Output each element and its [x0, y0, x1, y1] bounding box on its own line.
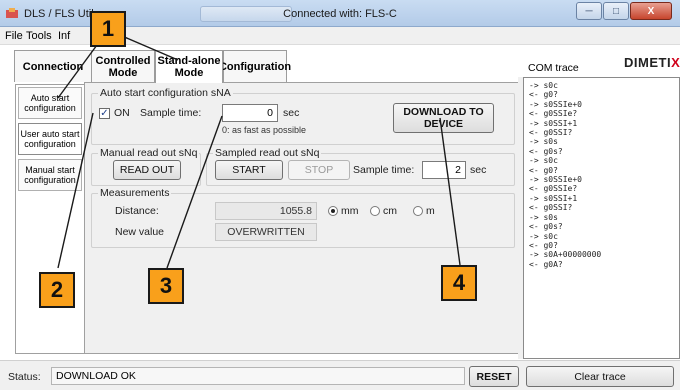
auto-sample-time-input[interactable]: 0 — [222, 104, 278, 122]
callout-1: 1 — [90, 11, 126, 47]
new-value-label: New value — [115, 226, 165, 238]
window-controls: ─ □ X — [575, 2, 672, 20]
trace-line: -> s0s — [529, 137, 558, 147]
menu-info[interactable]: Inf — [58, 30, 70, 42]
sampled-sample-time-input[interactable]: 2 — [422, 161, 466, 179]
callout-4: 4 — [441, 265, 477, 301]
tab-connection[interactable]: Connection — [14, 50, 92, 82]
sampled-readout-group-title: Sampled read out sNq — [213, 147, 322, 159]
unit-m-label: m — [426, 205, 435, 217]
distance-value: 1055.8 — [215, 202, 317, 220]
trace-line: -> s0s — [529, 212, 558, 222]
trace-line: -> s0c — [529, 231, 558, 241]
dimetix-logo: DIMETIX — [624, 55, 680, 70]
trace-line: -> s0c — [529, 81, 558, 90]
com-trace-label: COM trace — [528, 62, 579, 74]
trace-line: <- g0SSI? — [529, 203, 573, 213]
trace-line: <- g0s? — [529, 146, 563, 156]
unit-cm-label: cm — [383, 205, 397, 217]
trace-line: -> s0SSI+1 — [529, 193, 578, 203]
menu-tools[interactable]: Tools — [26, 30, 52, 42]
unit-mm-label: mm — [341, 205, 359, 217]
menu-file[interactable]: File — [5, 30, 23, 42]
read-out-button[interactable]: READ OUT — [113, 160, 181, 180]
download-to-device-button[interactable]: DOWNLOAD TO DEVICE — [393, 103, 494, 133]
on-label: ON — [114, 107, 130, 119]
trace-line: <- g0? — [529, 90, 558, 100]
distance-label: Distance: — [115, 205, 159, 217]
tab-stand-alone-mode[interactable]: Stand-alone Mode — [155, 50, 223, 83]
auto-sample-time-unit: sec — [283, 107, 300, 119]
maximize-button[interactable]: □ — [603, 2, 629, 20]
trace-line: <- g0SSI? — [529, 128, 573, 138]
sampled-sample-time-unit: sec — [470, 164, 487, 176]
brand-text: DIMETIX — [624, 55, 680, 70]
sidebar-item-auto-start[interactable]: Auto start configuration — [18, 87, 82, 119]
callout-2: 2 — [39, 272, 75, 308]
config-sidebar: Auto start configuration User auto start… — [15, 84, 85, 354]
on-checkbox[interactable]: ✓ — [99, 108, 110, 119]
manual-readout-group-title: Manual read out sNq — [98, 147, 200, 159]
auto-start-group-title: Auto start configuration sNA — [98, 87, 233, 99]
callout-3: 3 — [148, 268, 184, 304]
trace-line: -> s0SSI+1 — [529, 118, 578, 128]
com-trace-log: -> s0c <- g0? -> s0SSIe+0 <- g0SSIe? -> s0SS… — [523, 77, 680, 359]
trace-line: <- g0? — [529, 240, 558, 250]
new-value-field: OVERWRITTEN — [215, 223, 317, 241]
clear-trace-button[interactable]: Clear trace — [526, 366, 674, 387]
trace-line: -> s0SSIe+0 — [529, 99, 582, 109]
sidebar-item-user-auto-start[interactable]: User auto start configuration — [18, 123, 82, 155]
tab-configuration[interactable]: Configuration — [219, 50, 291, 82]
status-field: DOWNLOAD OK — [51, 367, 465, 385]
main-panel: Auto start configuration sNA ✓ ON Sample… — [84, 82, 520, 354]
minimize-button[interactable]: ─ — [576, 2, 602, 20]
trace-line: -> s0SSIe+0 — [529, 175, 582, 185]
close-button[interactable]: X — [630, 2, 672, 20]
start-button[interactable]: START — [215, 160, 283, 180]
tab-controlled-mode[interactable]: Controlled Mode — [91, 50, 155, 82]
trace-line: <- g0A? — [529, 259, 563, 269]
sidebar-item-manual-start[interactable]: Manual start configuration — [18, 159, 82, 191]
status-bar: Status: DOWNLOAD OK RESET Clear trace — [0, 360, 680, 390]
unit-mm-radio[interactable] — [328, 206, 338, 216]
trace-line: <- g0SSIe? — [529, 109, 578, 119]
unit-m-radio[interactable] — [413, 206, 423, 216]
reset-button[interactable]: RESET — [469, 366, 519, 387]
trace-line: <- g0? — [529, 165, 558, 175]
trace-line: -> s0c — [529, 156, 558, 166]
trace-line: <- g0SSIe? — [529, 184, 578, 194]
measurements-group-title: Measurements — [98, 187, 172, 199]
trace-line: -> s0A+00000000 — [529, 250, 602, 260]
unit-cm-radio[interactable] — [370, 206, 380, 216]
trace-line: <- g0s? — [529, 222, 563, 232]
status-label: Status: — [8, 371, 41, 383]
sampled-sample-time-label: Sample time: — [353, 164, 415, 176]
sample-time-note: 0: as fast as possible — [222, 125, 307, 135]
sample-time-label: Sample time: — [140, 107, 202, 119]
stop-button[interactable]: STOP — [288, 160, 350, 180]
